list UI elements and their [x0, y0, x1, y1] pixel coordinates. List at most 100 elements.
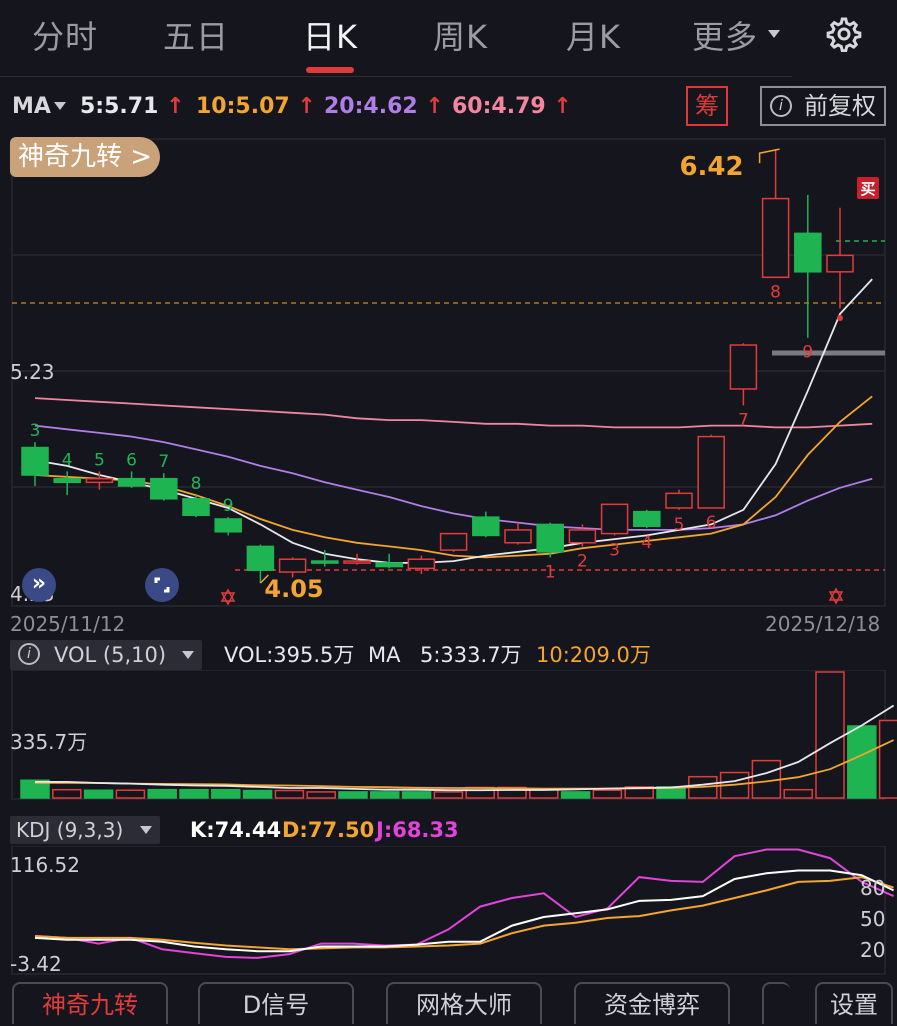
nine-count-label: 2	[577, 551, 588, 571]
ma20-line	[34, 424, 873, 531]
candle-body	[794, 232, 822, 273]
nine-count-label: 8	[191, 474, 202, 494]
kdj-k-value: K:74.44	[190, 818, 282, 842]
candle-body	[117, 477, 146, 487]
volume-bar	[211, 788, 241, 799]
candle-body	[826, 254, 854, 273]
candle-body	[21, 446, 49, 476]
volume-bar	[370, 791, 400, 799]
candle-body	[214, 518, 242, 533]
kdj-j-value: J:68.33	[376, 818, 459, 842]
candle-body	[761, 197, 790, 279]
expand-icon	[154, 577, 170, 593]
high-price-label: 6.42	[679, 152, 743, 182]
volume-bar	[179, 788, 209, 799]
kdj-level-20: 20	[860, 938, 886, 962]
nine-count-label: 6	[126, 450, 137, 470]
candle-body	[53, 477, 81, 484]
volume-value: VOL:395.5万	[224, 643, 355, 667]
volume-chart[interactable]	[0, 670, 897, 810]
candle-body	[568, 529, 597, 544]
nine-count-label: 5	[94, 450, 105, 470]
magic-nine-button[interactable]: 神奇九转 >	[10, 137, 160, 177]
candle-body	[600, 503, 629, 535]
volume-bar	[433, 791, 464, 799]
bottom-tab-fund-game[interactable]: 资金博弈	[574, 982, 730, 1024]
signal-star-icon	[220, 588, 236, 606]
volume-bar	[83, 789, 114, 799]
candle-body	[536, 523, 564, 553]
volume-bar	[242, 789, 273, 799]
volume-bar	[560, 791, 591, 799]
volume-bar	[306, 791, 336, 799]
candle-body	[246, 545, 275, 571]
last-price-dot	[837, 315, 843, 321]
chevron-down-icon	[140, 826, 152, 834]
candlestick-chart[interactable]: 3 4 5 6 7 8 9 1 2 3 4 5 6 7 8 9 6.42 4.05 买	[0, 0, 897, 640]
bottom-tab-partial[interactable]	[762, 982, 790, 1024]
expand-button[interactable]	[145, 568, 179, 602]
volume-bar	[878, 719, 897, 799]
chevron-down-icon	[182, 651, 194, 659]
kdj-level-80: 80	[860, 876, 886, 900]
volume-bar	[338, 791, 368, 799]
bottom-tab-magic-nine[interactable]: 神奇九转	[12, 982, 168, 1024]
volume-indicator-selector[interactable]: i VOL (5,10)	[10, 640, 202, 670]
nine-count-label: 3	[30, 421, 41, 441]
candle-body	[150, 477, 178, 500]
fullscreen-button[interactable]: »	[22, 568, 56, 602]
kdj-level-50: 50	[860, 907, 886, 931]
nine-count-label: 7	[738, 410, 749, 430]
candle-body	[472, 516, 500, 537]
candle-body	[85, 477, 114, 484]
kdj-axis-bottom: -3.42	[10, 952, 62, 976]
date-start: 2025/11/12	[10, 612, 126, 636]
high-marker-line	[758, 148, 780, 164]
nine-count-label: 5	[674, 515, 685, 535]
volume-bar	[147, 788, 177, 799]
buy-badge-label: 买	[860, 180, 875, 198]
info-icon: i	[18, 643, 40, 665]
volume-axis-label: 335.7万	[10, 730, 88, 754]
bottom-tab-grid-master[interactable]: 网格大师	[386, 982, 542, 1024]
nine-count-label: 3	[609, 540, 620, 560]
nine-count-label: 6	[706, 513, 717, 533]
candle-body	[665, 492, 693, 509]
nine-count-label: 9	[223, 496, 234, 516]
nine-count-label: 4	[641, 533, 652, 553]
candle-body	[278, 558, 307, 573]
fast-forward-icon: »	[31, 571, 47, 596]
candle-body	[633, 510, 661, 528]
volume-ma10: 10:209.0万	[536, 643, 651, 667]
volume-bar	[401, 791, 432, 799]
date-end: 2025/12/18	[765, 612, 881, 636]
kdj-indicator-label: KDJ (9,3,3)	[16, 818, 124, 842]
candle-body	[504, 529, 532, 544]
kdj-indicator-selector[interactable]: KDJ (9,3,3)	[10, 816, 160, 844]
nine-count-label: 4	[62, 450, 73, 470]
volume-ma-label: MA	[368, 643, 401, 667]
candle-body	[729, 344, 758, 390]
candle-body	[697, 435, 725, 509]
volume-bar	[815, 671, 845, 799]
nine-count-label: 9	[802, 343, 813, 363]
volume-ma5: 5:333.7万	[420, 643, 522, 667]
signal-star-icon	[828, 587, 844, 605]
volume-bar	[465, 786, 495, 799]
volume-bar	[115, 789, 146, 799]
candle-body	[343, 560, 371, 564]
kdj-frame	[11, 846, 886, 975]
kdj-axis-top: 116.52	[10, 853, 80, 877]
bottom-tab-d-signal[interactable]: D信号	[198, 982, 354, 1024]
kdj-d-line	[34, 876, 894, 951]
nine-count-label: 7	[158, 452, 169, 472]
candle-body	[182, 498, 210, 517]
price-axis-upper: 5.23	[10, 360, 55, 384]
volume-bar	[529, 788, 559, 799]
candle-body	[439, 532, 468, 551]
volume-bar	[592, 789, 623, 799]
kdj-d-value: D:77.50	[282, 818, 375, 842]
kdj-chart[interactable]	[0, 846, 897, 976]
bottom-tab-settings[interactable]: 设置	[815, 982, 893, 1024]
volume-indicator-label: VOL (5,10)	[54, 643, 167, 667]
